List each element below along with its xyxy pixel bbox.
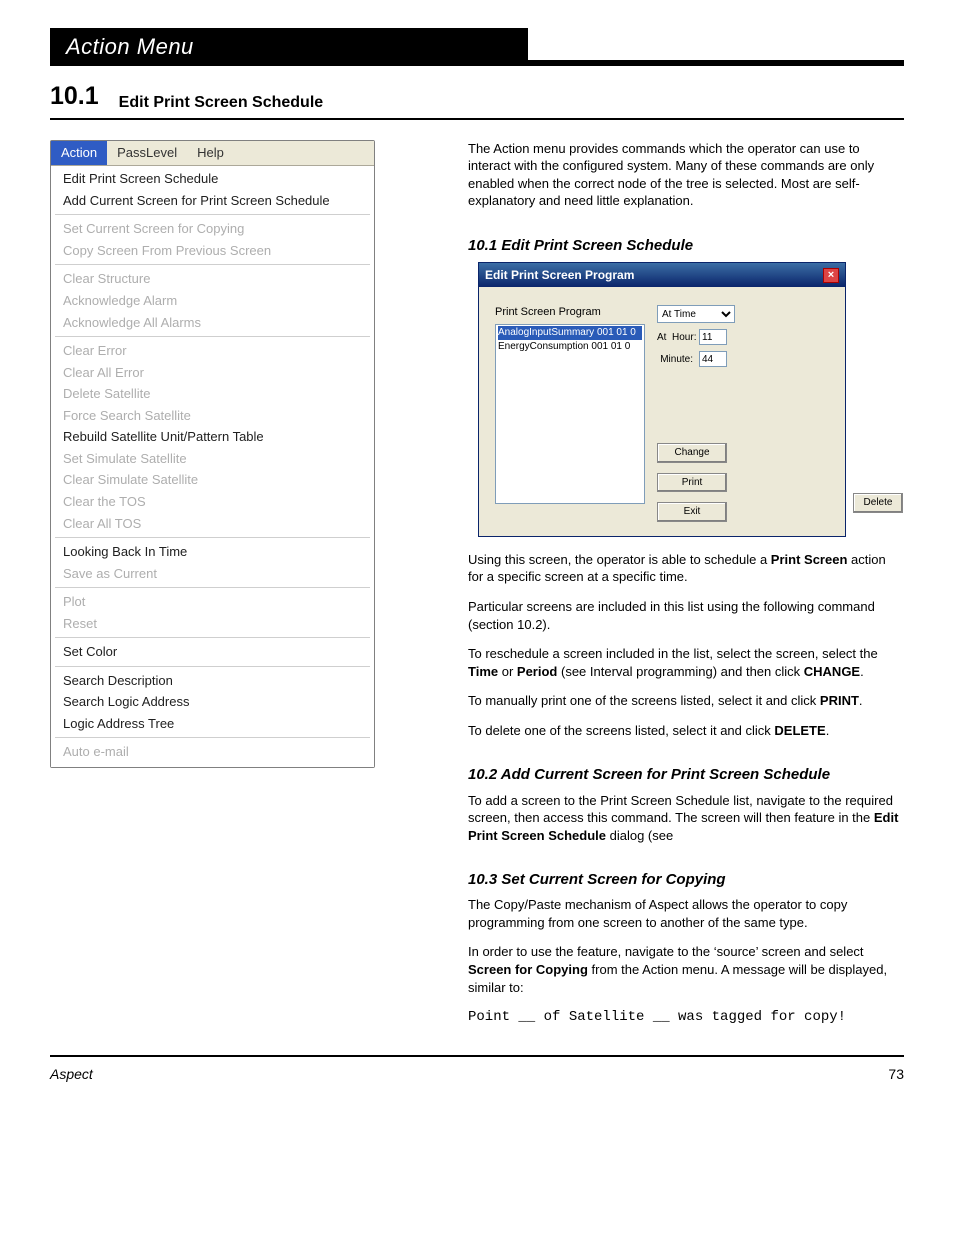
footer: Aspect 73 xyxy=(50,1065,904,1084)
para-10-1-e: To delete one of the screens listed, sel… xyxy=(468,722,904,740)
menu-separator xyxy=(55,264,370,265)
menu-item: Copy Screen From Previous Screen xyxy=(51,240,374,262)
menu-item: Plot xyxy=(51,591,374,613)
menu-item: Clear All TOS xyxy=(51,513,374,535)
para-10-1-b: Particular screens are included in this … xyxy=(468,598,904,633)
menu-separator xyxy=(55,537,370,538)
menu-item[interactable]: Edit Print Screen Schedule xyxy=(51,168,374,190)
minute-label: Minute: xyxy=(657,353,693,367)
para-10-1-d: To manually print one of the screens lis… xyxy=(468,692,904,710)
time-mode-select[interactable]: At Time xyxy=(657,305,735,323)
list-item[interactable]: EnergyConsumption 001 01 0 xyxy=(498,340,642,354)
menubar-passlevel[interactable]: PassLevel xyxy=(107,141,187,166)
menu-item: Clear the TOS xyxy=(51,491,374,513)
menu-separator xyxy=(55,336,370,337)
menu-item: Set Current Screen for Copying xyxy=(51,218,374,240)
intro-paragraph: The Action menu provides commands which … xyxy=(468,140,904,210)
menu-item: Clear Simulate Satellite xyxy=(51,469,374,491)
program-listbox[interactable]: AnalogInputSummary 001 01 0EnergyConsump… xyxy=(495,324,645,504)
menu-item[interactable]: Search Logic Address xyxy=(51,691,374,713)
heading-10-1: 10.1 Edit Print Screen Schedule xyxy=(468,236,904,256)
delete-button[interactable]: Delete xyxy=(853,493,903,513)
menu-separator xyxy=(55,666,370,667)
menu-item[interactable]: Set Color xyxy=(51,641,374,663)
dialog-titlebar: Edit Print Screen Program × xyxy=(479,263,845,287)
left-column: Action PassLevel Help Edit Print Screen … xyxy=(50,140,440,768)
menu-item[interactable]: Logic Address Tree xyxy=(51,713,374,735)
para-10-2: To add a screen to the Print Screen Sche… xyxy=(468,792,904,845)
menubar: Action PassLevel Help xyxy=(51,141,374,167)
heading-10-3: 10.3 Set Current Screen for Copying xyxy=(468,870,904,890)
menu-screenshot: Action PassLevel Help Edit Print Screen … xyxy=(50,140,375,768)
section-name: Edit Print Screen Schedule xyxy=(119,92,324,114)
chapter-title: Action Menu xyxy=(66,32,194,62)
change-button[interactable]: Change xyxy=(657,443,727,463)
menu-item[interactable]: Looking Back In Time xyxy=(51,541,374,563)
print-button[interactable]: Print xyxy=(657,473,727,493)
para-10-1-a: Using this screen, the operator is able … xyxy=(468,551,904,586)
menu-item: Clear All Error xyxy=(51,362,374,384)
mono-message: Point __ of Satellite __ was tagged for … xyxy=(468,1008,904,1027)
list-item[interactable]: AnalogInputSummary 001 01 0 xyxy=(498,326,642,340)
menu-item: Delete Satellite xyxy=(51,383,374,405)
menu-separator xyxy=(55,737,370,738)
menu-item[interactable]: Add Current Screen for Print Screen Sche… xyxy=(51,190,374,212)
menu-item: Acknowledge All Alarms xyxy=(51,312,374,334)
menu-item: Save as Current xyxy=(51,563,374,585)
menu-item[interactable]: Rebuild Satellite Unit/Pattern Table xyxy=(51,426,374,448)
minute-input[interactable] xyxy=(699,351,727,367)
footer-page-number: 73 xyxy=(888,1065,904,1084)
menu-item: Acknowledge Alarm xyxy=(51,290,374,312)
section-header: 10.1 Edit Print Screen Schedule xyxy=(50,80,904,120)
para-10-3-b: In order to use the feature, navigate to… xyxy=(468,943,904,996)
right-column: The Action menu provides commands which … xyxy=(468,140,904,1027)
footer-rule xyxy=(50,1055,904,1057)
menu-item: Clear Structure xyxy=(51,268,374,290)
menu-item[interactable]: Search Description xyxy=(51,670,374,692)
menubar-help[interactable]: Help xyxy=(187,141,234,166)
edit-print-screen-dialog: Edit Print Screen Program × Print Screen… xyxy=(478,262,846,537)
menu-separator xyxy=(55,587,370,588)
menu-item: Auto e-mail xyxy=(51,741,374,763)
menubar-action[interactable]: Action xyxy=(51,141,107,166)
close-icon[interactable]: × xyxy=(823,268,839,283)
action-dropdown: Edit Print Screen ScheduleAdd Current Sc… xyxy=(51,166,374,767)
menu-separator xyxy=(55,214,370,215)
at-label: At Hour: xyxy=(657,331,693,345)
menu-item: Set Simulate Satellite xyxy=(51,448,374,470)
section-number: 10.1 xyxy=(50,80,99,114)
menu-item: Clear Error xyxy=(51,340,374,362)
list-label: Print Screen Program xyxy=(495,305,645,320)
footer-left: Aspect xyxy=(50,1065,93,1084)
menu-item: Force Search Satellite xyxy=(51,405,374,427)
hour-input[interactable] xyxy=(699,329,727,345)
para-10-3-a: The Copy/Paste mechanism of Aspect allow… xyxy=(468,896,904,931)
para-10-1-c: To reschedule a screen included in the l… xyxy=(468,645,904,680)
menu-item: Reset xyxy=(51,613,374,635)
exit-button[interactable]: Exit xyxy=(657,502,727,522)
menu-separator xyxy=(55,637,370,638)
dialog-title: Edit Print Screen Program xyxy=(485,267,634,283)
heading-10-2: 10.2 Add Current Screen for Print Screen… xyxy=(468,765,904,785)
